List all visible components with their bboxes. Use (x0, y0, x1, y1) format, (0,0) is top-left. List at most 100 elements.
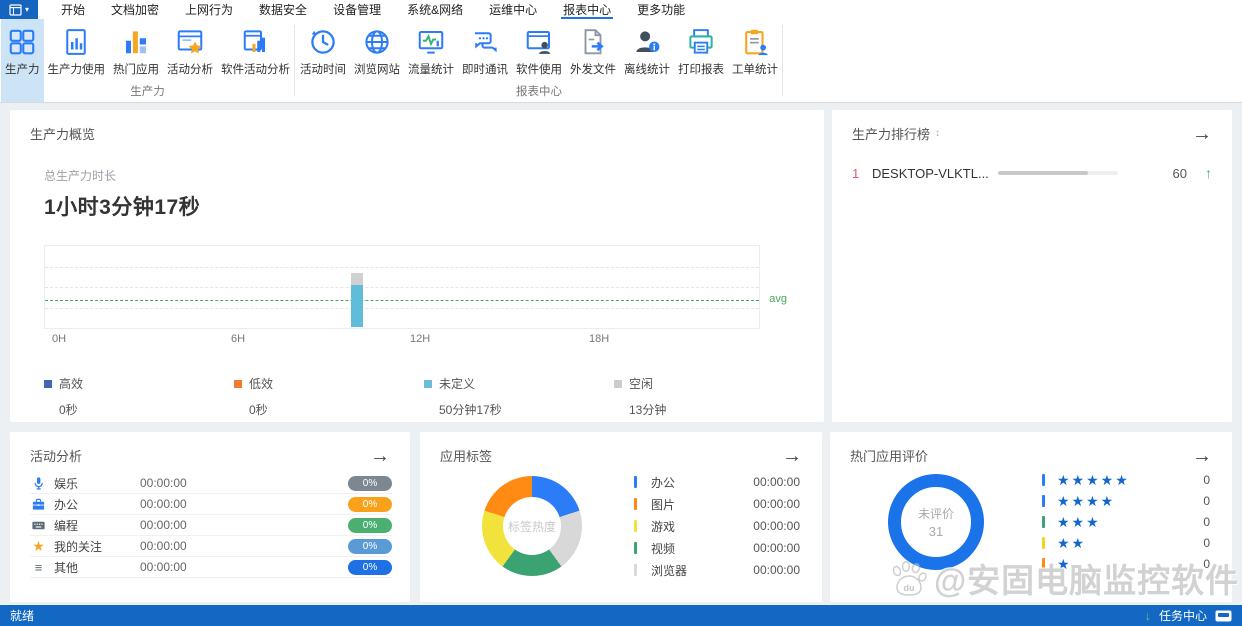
legend-swatch (424, 380, 432, 388)
ribbon-item-label: 流量统计 (408, 61, 454, 77)
panel-productivity-overview: 生产力概览 总生产力时长 1小时3分钟17秒 avg 0H6H12H18H 高效… (10, 110, 824, 422)
ranking-row[interactable]: 1DESKTOP-VLKTL...60↑ (852, 165, 1212, 181)
doc-chart-icon (61, 25, 91, 59)
activity-row-other[interactable]: ≡其他00:00:000% (30, 557, 392, 578)
doc-arrow-icon (578, 25, 608, 59)
unrated-donut-chart: 未评价 31 (888, 474, 984, 570)
tag-color-tick (634, 520, 637, 532)
tag-time: 00:00:00 (753, 475, 800, 489)
progress-bar (998, 171, 1118, 175)
legend-value: 0秒 (44, 401, 234, 418)
gridline (45, 308, 759, 309)
tag-name: 办公 (651, 474, 675, 491)
sort-icon[interactable]: ↕ (935, 128, 940, 139)
tags-detail-arrow-icon[interactable]: → (782, 449, 802, 463)
panel-title: 应用标签 (440, 446, 492, 465)
rating-row-4-star[interactable]: ★★★★ 0 (1042, 490, 1210, 511)
chat-icon (470, 25, 500, 59)
rating-color-tick (1042, 495, 1045, 507)
rating-count: 0 (1203, 536, 1210, 550)
panel-title: 生产力概览 (30, 124, 95, 143)
menu-tab-0[interactable]: 开始 (48, 0, 98, 19)
legend-item-3: 空闲13分钟 (614, 375, 804, 418)
grid-icon (7, 25, 37, 59)
activity-detail-arrow-icon[interactable]: → (370, 449, 390, 463)
menu-tab-7[interactable]: 报表中心 (550, 0, 624, 19)
menu-tab-2[interactable]: 上网行为 (172, 0, 246, 19)
user-info-icon (632, 25, 662, 59)
activity-name: 娱乐 (54, 475, 140, 492)
activity-row-programming[interactable]: 编程00:00:000% (30, 515, 392, 536)
star-icon: ★ (30, 538, 47, 554)
activity-name: 办公 (54, 496, 140, 513)
ribbon-group-label: 生产力 (0, 83, 295, 99)
ribbon-item-label: 离线统计 (624, 61, 670, 77)
monitor-pulse-icon (416, 25, 446, 59)
menu-bar: ▾ 开始文档加密上网行为数据安全设备管理系统&网络运维中心报表中心更多功能 (0, 0, 1242, 19)
status-bar: 就绪 ↓ 任务中心 (0, 605, 1242, 626)
star-icons: ★★★★ (1057, 494, 1115, 508)
rating-row-2-star[interactable]: ★★0 (1042, 532, 1210, 553)
menu-tab-8[interactable]: 更多功能 (624, 0, 698, 19)
tag-time: 00:00:00 (753, 497, 800, 511)
activity-time: 00:00:00 (140, 476, 266, 490)
avg-label: avg (769, 293, 787, 305)
menu-tab-5[interactable]: 系统&网络 (394, 0, 476, 19)
legend-name: 低效 (249, 375, 273, 392)
activity-row-my-focus[interactable]: ★我的关注00:00:000% (30, 536, 392, 557)
ratings-detail-arrow-icon[interactable]: → (1192, 449, 1212, 463)
tag-legend-row[interactable]: 视频00:00:00 (634, 537, 800, 559)
tag-legend-row[interactable]: 浏览器00:00:00 (634, 559, 800, 581)
tag-legend-row[interactable]: 办公 00:00:00 (634, 471, 800, 493)
chart-plot-area: avg (44, 245, 760, 329)
tags-legend: 办公 00:00:00 图片 00:00:00 游戏00:00:00视频00:00:00… (634, 471, 800, 581)
tag-legend-row[interactable]: 图片 00:00:00 (634, 493, 800, 515)
rating-color-tick (1042, 537, 1045, 549)
x-tick-label: 6H (231, 333, 245, 345)
keyboard-icon (30, 517, 47, 533)
legend-head: 未定义 (424, 375, 614, 392)
window-star-icon (175, 25, 205, 59)
activity-row-entertainment[interactable]: 娱乐00:00:00 0% (30, 473, 392, 494)
rating-row-5-star[interactable]: ★★★★★0 (1042, 469, 1210, 490)
avg-line: avg (45, 300, 759, 301)
window-chart-icon (241, 25, 271, 59)
menu-tab-3[interactable]: 数据安全 (246, 0, 320, 19)
ranking-detail-arrow-icon[interactable]: → (1192, 127, 1212, 141)
clipboard-user-icon (740, 25, 770, 59)
ribbon-item-label: 活动分析 (167, 61, 213, 77)
app-window-icon (9, 4, 22, 16)
bar-chart-icon (121, 25, 151, 59)
dashboard-content: 生产力概览 总生产力时长 1小时3分钟17秒 avg 0H6H12H18H 高效… (0, 103, 1242, 602)
ribbon-item-label: 活动时间 (300, 61, 346, 77)
tag-color-tick (634, 476, 637, 488)
rating-count: 0 (1203, 494, 1210, 508)
ribbon-item-label: 浏览网站 (354, 61, 400, 77)
app-menu-button[interactable]: ▾ (0, 0, 38, 19)
activity-time: 00:00:00 (140, 518, 266, 532)
x-tick-label: 12H (410, 333, 430, 345)
activity-percent-badge: 0% (348, 476, 392, 491)
panel-title: 活动分析 (30, 446, 82, 465)
chevron-down-icon: ▾ (25, 6, 29, 14)
rating-row-1-star[interactable]: ★0 (1042, 553, 1210, 574)
menu-tab-4[interactable]: 设备管理 (320, 0, 394, 19)
rating-count: 0 (1203, 473, 1210, 487)
panel-title: 热门应用评价 (850, 446, 928, 465)
rating-row-3-star[interactable]: ★★★0 (1042, 511, 1210, 532)
tag-legend-row[interactable]: 游戏00:00:00 (634, 515, 800, 537)
activity-row-office[interactable]: 办公00:00:000% (30, 494, 392, 515)
ratings-list: ★★★★★0★★★★0★★★0★★0★0 (1042, 469, 1210, 574)
menu-tab-strip: 开始文档加密上网行为数据安全设备管理系统&网络运维中心报表中心更多功能 (48, 0, 698, 19)
ribbon-item-label: 即时通讯 (462, 61, 508, 77)
task-center-button[interactable]: 任务中心 (1159, 607, 1207, 624)
tray-monitor-icon[interactable] (1215, 610, 1232, 622)
chart-bar (351, 247, 363, 327)
ribbon-item-label: 生产力 (5, 61, 40, 77)
tag-time: 00:00:00 (753, 563, 800, 577)
star-icons: ★ (1057, 557, 1072, 571)
tag-name: 图片 (651, 496, 675, 513)
productivity-bar-chart: avg 0H6H12H18H (44, 245, 760, 351)
menu-tab-1[interactable]: 文档加密 (98, 0, 172, 19)
menu-tab-6[interactable]: 运维中心 (476, 0, 550, 19)
